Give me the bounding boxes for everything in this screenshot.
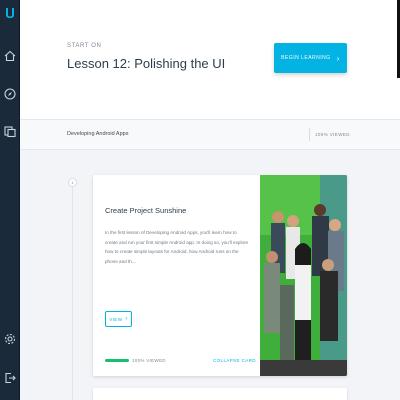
logout-icon[interactable]: [3, 371, 17, 385]
breadcrumb: Developing Android Apps 100% VIEWED: [20, 120, 400, 150]
chevron-right-icon: ›: [125, 316, 128, 322]
timeline-node: 1: [68, 178, 77, 187]
divider: [309, 128, 310, 141]
home-icon[interactable]: [3, 49, 17, 63]
card-description: In the first lesson of Developing Androi…: [105, 230, 249, 264]
view-button-label: VIEW: [109, 316, 123, 322]
sidebar: [0, 0, 20, 400]
udacity-logo-icon[interactable]: [3, 6, 17, 20]
collapse-card-link[interactable]: COLLAPSE CARD: [213, 358, 256, 363]
course-viewed-status: 100% VIEWED: [315, 132, 350, 137]
progress-bar: [105, 359, 129, 362]
start-on-label: START ON: [67, 43, 102, 49]
compass-icon[interactable]: [3, 87, 17, 101]
begin-learning-label: BEGIN LEARNING: [281, 55, 331, 61]
catalog-icon[interactable]: [3, 124, 17, 138]
page-title: Lesson 12: Polishing the UI: [67, 56, 226, 71]
breadcrumb-course[interactable]: Developing Android Apps: [67, 131, 128, 137]
begin-learning-button[interactable]: BEGIN LEARNING ›: [274, 43, 347, 73]
concept-card: Create Project Sunshine In the first les…: [93, 175, 347, 376]
card-photo: [260, 175, 347, 376]
progress-label: 100% VIEWED: [132, 358, 166, 363]
view-button[interactable]: VIEW ›: [105, 311, 132, 327]
lesson-header: START ON Lesson 12: Polishing the UI BEG…: [20, 0, 400, 120]
timeline-line: [72, 186, 73, 400]
chevron-right-icon: ›: [336, 53, 340, 63]
settings-icon[interactable]: [3, 332, 17, 346]
card-title: Create Project Sunshine: [105, 206, 187, 215]
progress-fill: [105, 359, 129, 362]
next-concept-card[interactable]: [93, 388, 347, 400]
